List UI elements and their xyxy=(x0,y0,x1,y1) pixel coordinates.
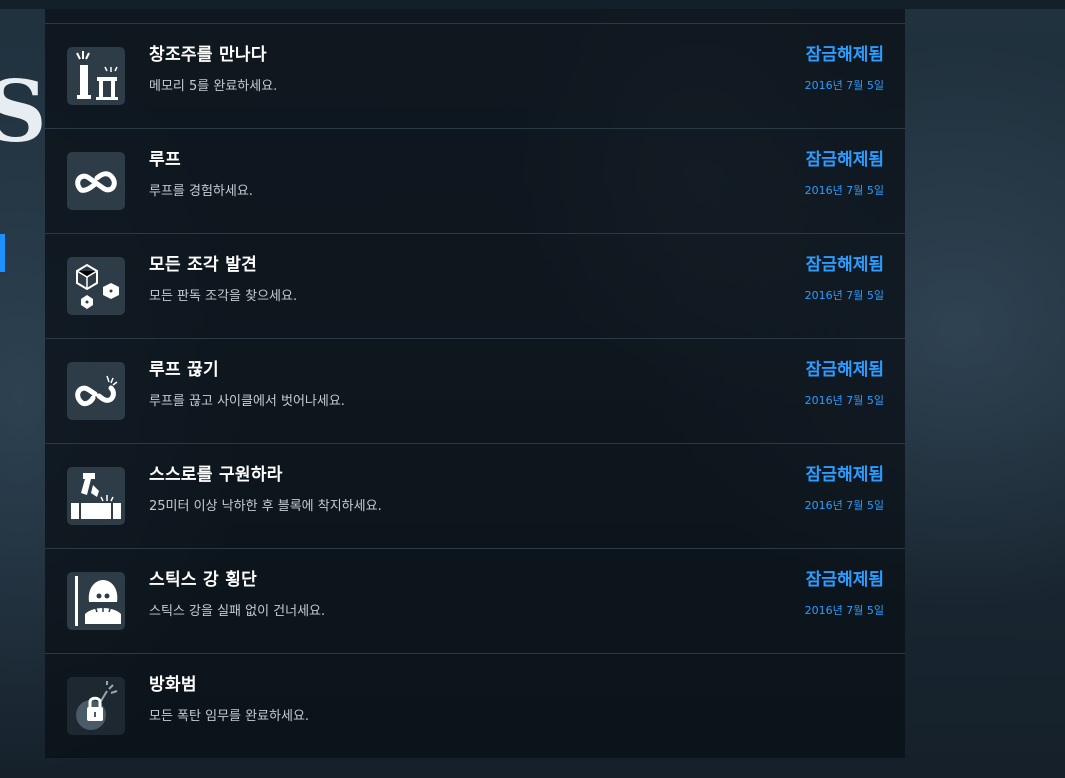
achievement-description: 25미터 이상 낙하한 후 블록에 착지하세요. xyxy=(149,499,382,514)
achievement-description: 메모리 5를 완료하세요. xyxy=(149,79,278,94)
achievement-date: 2016년 7월 5일 xyxy=(804,289,884,302)
achievement-row[interactable]: 창조주를 만나다 메모리 5를 완료하세요. 잠금해제됨 2016년 7월 5일 xyxy=(45,23,905,128)
achievement-list: 창조주를 만나다 메모리 5를 완료하세요. 잠금해제됨 2016년 7월 5일… xyxy=(45,9,905,758)
achievement-status: 잠금해제됨 xyxy=(805,255,884,275)
achievement-description: 루프를 경험하세요. xyxy=(149,184,253,199)
achievement-title: 루프 xyxy=(149,150,181,170)
falling-block-icon xyxy=(67,467,125,525)
achievement-title: 창조주를 만나다 xyxy=(149,45,267,65)
achievement-date: 2016년 7월 5일 xyxy=(804,79,884,92)
achievement-row[interactable]: 스스로를 구원하라 25미터 이상 낙하한 후 블록에 착지하세요. 잠금해제됨… xyxy=(45,443,905,548)
left-logo-glyph: S xyxy=(0,62,47,161)
achievement-status: 잠금해제됨 xyxy=(805,360,884,380)
achievement-title: 모든 조각 발견 xyxy=(149,255,258,275)
achievement-description: 모든 판독 조각을 찾으세요. xyxy=(149,289,298,304)
achievement-status: 잠금해제됨 xyxy=(805,150,884,170)
achievement-row[interactable]: 모든 조각 발견 모든 판독 조각을 찾으세요. 잠금해제됨 2016년 7월 … xyxy=(45,233,905,338)
achievement-description: 모든 폭탄 임무를 완료하세요. xyxy=(149,709,310,724)
top-strip xyxy=(0,0,1065,9)
achievement-row[interactable]: 루프 루프를 경험하세요. 잠금해제됨 2016년 7월 5일 xyxy=(45,128,905,233)
achievement-row-locked[interactable]: 방화범 모든 폭탄 임무를 완료하세요. xyxy=(45,653,905,758)
achievement-status: 잠금해제됨 xyxy=(805,45,884,65)
monument-icon xyxy=(67,47,125,105)
reaper-icon xyxy=(67,572,125,630)
achievement-row[interactable]: 루프 끊기 루프를 끊고 사이클에서 벗어나세요. 잠금해제됨 2016년 7월… xyxy=(45,338,905,443)
infinity-loop-icon xyxy=(67,152,125,210)
achievement-title: 스스로를 구원하라 xyxy=(149,465,283,485)
achievement-description: 스틱스 강을 실패 없이 건너세요. xyxy=(149,604,326,619)
achievement-title: 스틱스 강 횡단 xyxy=(149,570,258,590)
achievement-row[interactable]: 스틱스 강 횡단 스틱스 강을 실패 없이 건너세요. 잠금해제됨 2016년 … xyxy=(45,548,905,653)
broken-loop-icon xyxy=(67,362,125,420)
achievement-description: 루프를 끊고 사이클에서 벗어나세요. xyxy=(149,394,345,409)
achievement-title: 방화범 xyxy=(149,675,197,695)
achievement-date: 2016년 7월 5일 xyxy=(804,499,884,512)
achievement-status: 잠금해제됨 xyxy=(805,465,884,485)
left-nav-indicator xyxy=(0,234,5,272)
achievement-title: 루프 끊기 xyxy=(149,360,219,380)
cube-fragments-icon xyxy=(67,257,125,315)
achievement-date: 2016년 7월 5일 xyxy=(804,184,884,197)
achievement-date: 2016년 7월 5일 xyxy=(804,394,884,407)
achievement-date: 2016년 7월 5일 xyxy=(804,604,884,617)
bomb-lock-icon xyxy=(67,677,125,735)
achievement-status: 잠금해제됨 xyxy=(805,570,884,590)
